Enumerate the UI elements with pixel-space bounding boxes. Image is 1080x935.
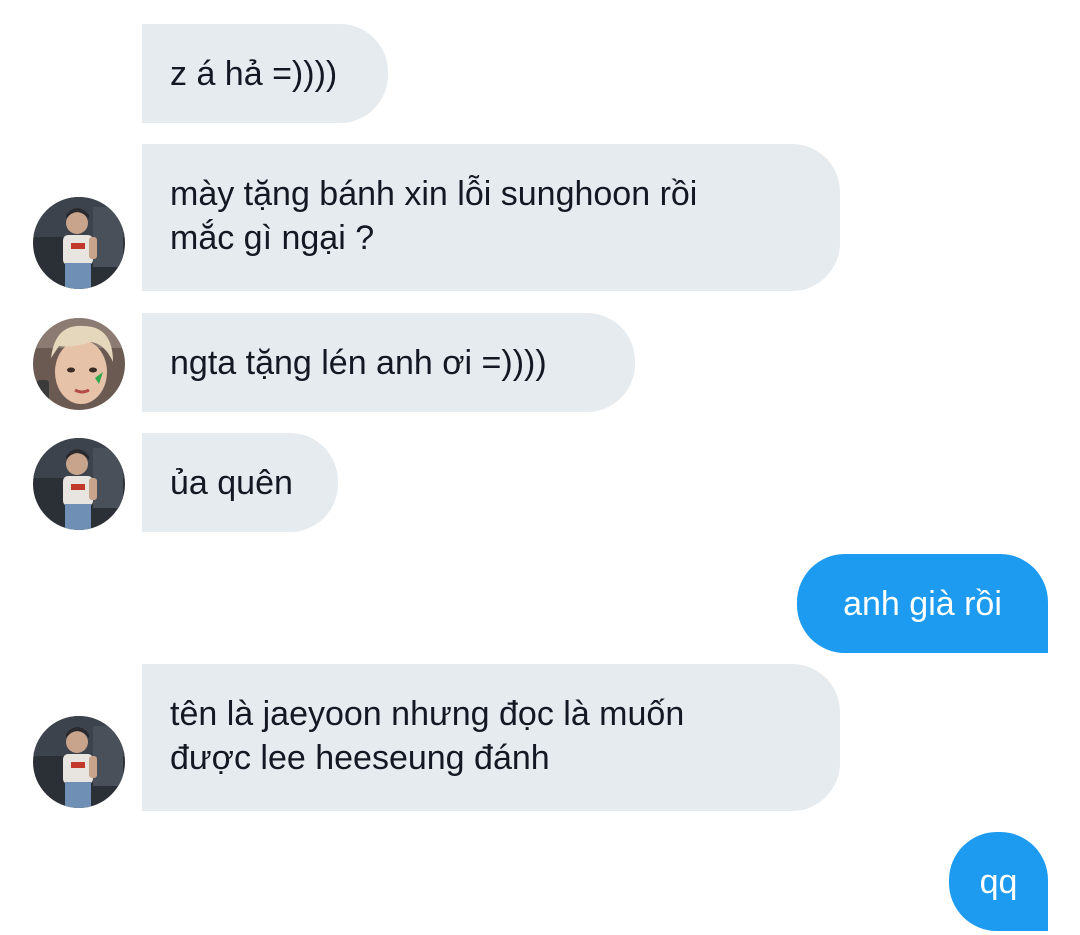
avatar[interactable] — [33, 318, 125, 410]
avatar[interactable] — [33, 716, 125, 808]
message-text: mày tặng bánh xin lỗi sunghoon rồi — [170, 175, 698, 213]
message-bubble-incoming[interactable]: tên là jaeyoon nhưng đọc là muốn được le… — [142, 664, 840, 811]
avatar-photo-boy-dark-room — [33, 438, 125, 530]
message-text: qq — [979, 863, 1018, 901]
message-bubble-outgoing[interactable]: qq — [949, 832, 1048, 931]
message-text: mắc gì ngại ? — [170, 219, 375, 257]
avatar-photo-boy-dark-room — [33, 197, 125, 289]
avatar[interactable] — [33, 438, 125, 530]
message-bubble-outgoing[interactable]: anh già rồi — [797, 554, 1048, 653]
avatar-photo-boy-dark-room — [33, 716, 125, 808]
message-text: z á hả =)))) — [170, 55, 338, 93]
message-bubble-incoming[interactable]: ngta tặng lén anh ơi =)))) — [142, 313, 635, 412]
message-text: ủa quên — [170, 464, 293, 502]
message-text: được lee heeseung đánh — [170, 739, 550, 777]
avatar-photo-blonde-boy — [33, 318, 125, 410]
message-text: tên là jaeyoon nhưng đọc là muốn — [170, 695, 685, 733]
message-bubble-incoming[interactable]: ủa quên — [142, 433, 338, 532]
message-text: anh già rồi — [843, 585, 1002, 623]
message-bubble-incoming[interactable]: z á hả =)))) — [142, 24, 388, 123]
avatar[interactable] — [33, 197, 125, 289]
message-bubble-incoming[interactable]: mày tặng bánh xin lỗi sunghoon rồi mắc g… — [142, 144, 840, 291]
message-text: ngta tặng lén anh ơi =)))) — [170, 344, 547, 382]
